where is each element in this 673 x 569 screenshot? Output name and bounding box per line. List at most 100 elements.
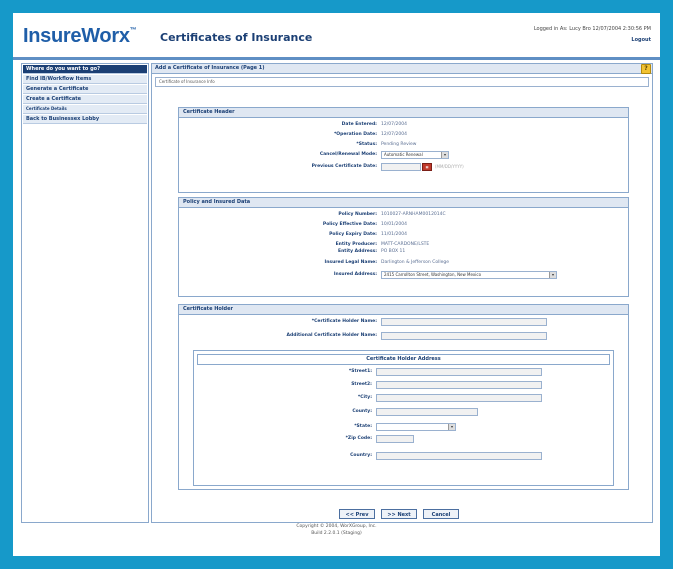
previous-cert-date-input[interactable] bbox=[381, 163, 421, 171]
section-title: Certificate Header bbox=[179, 108, 628, 118]
holder-name-input[interactable] bbox=[381, 318, 547, 326]
city-row: *City: bbox=[194, 394, 613, 402]
section-title: Policy and Insured Data bbox=[179, 198, 628, 208]
status-row: *Status: Pending Review bbox=[179, 141, 628, 149]
city-input[interactable] bbox=[376, 394, 542, 402]
additional-holder-label: Additional Certificate Holder Name: bbox=[286, 333, 377, 338]
street1-row: *Street1: bbox=[194, 368, 613, 376]
main-heading-text: Add a Certificate of Insurance (Page 1) bbox=[155, 65, 265, 71]
insured-address-label: Insured Address: bbox=[333, 272, 377, 277]
country-label: Country: bbox=[350, 453, 372, 458]
entity-address-value: PO BOX 11 bbox=[381, 249, 406, 254]
date-entered-label: Date Entered: bbox=[341, 122, 377, 127]
street2-label: Street2: bbox=[351, 382, 372, 387]
renewal-mode-value: Automatic Renewal bbox=[384, 152, 423, 157]
date-entered-row: Date Entered: 12/07/2004 bbox=[179, 121, 628, 129]
main-heading: Add a Certificate of Insurance (Page 1) … bbox=[152, 64, 652, 74]
sidebar-item-find-workflow[interactable]: Find IB/Workflow Items bbox=[23, 75, 147, 84]
street1-input[interactable] bbox=[376, 368, 542, 376]
policy-number-value: 1010027-ARNHAM0012014C bbox=[381, 212, 446, 217]
renewal-mode-label: Cancel/Renewal Mode: bbox=[319, 152, 377, 157]
operation-date-row: *Operation Date: 12/07/2004 bbox=[179, 131, 628, 139]
date-format-hint: (MM/DD/YYYY) bbox=[435, 164, 464, 169]
logo-tm: ™ bbox=[129, 27, 137, 34]
zip-row: *Zip Code: bbox=[194, 435, 613, 443]
state-label: *State: bbox=[354, 424, 372, 429]
sidebar-item-certificate-details[interactable]: Certificate Details bbox=[23, 105, 147, 114]
prev-button[interactable]: << Prev bbox=[339, 509, 375, 519]
policy-expiry-value: 11/01/2004 bbox=[381, 232, 407, 237]
date-entered-value: 12/07/2004 bbox=[381, 122, 407, 127]
policy-number-label: Policy Number: bbox=[338, 212, 377, 217]
header: InsureWorx™ Certificates of Insurance Lo… bbox=[13, 13, 660, 60]
policy-effective-label: Policy Effective Date: bbox=[322, 222, 377, 227]
holder-name-row: *Certificate Holder Name: bbox=[179, 318, 628, 326]
footer-copyright: Copyright © 2004, WorXGroup, Inc. bbox=[296, 524, 377, 529]
chevron-down-icon: ▾ bbox=[441, 152, 448, 158]
breadcrumb: Certificate of Insurance Info bbox=[155, 77, 649, 87]
sidebar-item-generate-certificate[interactable]: Generate a Certificate bbox=[23, 85, 147, 94]
certificate-header-section: Certificate Header Date Entered: 12/07/2… bbox=[178, 107, 629, 193]
entity-address-label: Entity Address: bbox=[338, 249, 377, 254]
status-label: *Status: bbox=[356, 142, 377, 147]
sidebar-item-create-certificate[interactable]: Create a Certificate bbox=[23, 95, 147, 104]
status-value: Pending Review bbox=[381, 142, 417, 147]
street2-input[interactable] bbox=[376, 381, 542, 389]
country-input[interactable] bbox=[376, 452, 542, 460]
zip-label: *Zip Code: bbox=[345, 436, 372, 441]
entity-address-row: Entity Address: PO BOX 11 bbox=[179, 248, 628, 256]
insured-address-select[interactable]: 2415 Carrollton Street, Washington, New … bbox=[381, 271, 557, 279]
policy-effective-row: Policy Effective Date: 10/01/2004 bbox=[179, 221, 628, 229]
operation-date-label: *Operation Date: bbox=[333, 132, 377, 137]
certificate-holder-section: Certificate Holder *Certificate Holder N… bbox=[178, 304, 629, 490]
logo-x: x bbox=[118, 25, 130, 47]
city-label: *City: bbox=[357, 395, 372, 400]
previous-cert-date-row: Previous Certificate Date: ▦ (MM/DD/YYYY… bbox=[179, 163, 628, 171]
insured-address-value: 2415 Carrollton Street, Washington, New … bbox=[384, 272, 482, 277]
main-panel: Add a Certificate of Insurance (Page 1) … bbox=[151, 63, 653, 523]
previous-cert-date-label: Previous Certificate Date: bbox=[311, 164, 377, 169]
county-label: County: bbox=[352, 409, 372, 414]
sidebar-item-back-lobby[interactable]: Back to Businessex Lobby bbox=[23, 115, 147, 124]
renewal-mode-row: Cancel/Renewal Mode: Automatic Renewal ▾ bbox=[179, 151, 628, 159]
insured-address-row: Insured Address: 2415 Carrollton Street,… bbox=[179, 271, 628, 279]
policy-expiry-row: Policy Expiry Date: 11/01/2004 bbox=[179, 231, 628, 239]
cancel-button[interactable]: Cancel bbox=[423, 509, 459, 519]
logo: InsureWorx™ bbox=[23, 25, 137, 48]
county-row: County: bbox=[194, 408, 613, 416]
help-icon[interactable]: ? bbox=[641, 64, 651, 74]
holder-address-box: Certificate Holder Address *Street1: Str… bbox=[193, 350, 614, 486]
country-row: Country: bbox=[194, 452, 613, 460]
sidebar: Where do you want to go? Find IB/Workflo… bbox=[21, 63, 149, 523]
user-info: Logged in As: Lucy Bro 12/07/2004 2:30:5… bbox=[533, 26, 651, 32]
additional-holder-input[interactable] bbox=[381, 332, 547, 340]
additional-holder-row: Additional Certificate Holder Name: bbox=[179, 332, 628, 340]
chevron-down-icon: ▾ bbox=[448, 424, 455, 430]
policy-number-row: Policy Number: 1010027-ARNHAM0012014C bbox=[179, 211, 628, 219]
header-divider bbox=[13, 57, 660, 60]
app-frame: InsureWorx™ Certificates of Insurance Lo… bbox=[13, 13, 660, 556]
policy-effective-value: 10/01/2004 bbox=[381, 222, 407, 227]
state-select[interactable]: ▾ bbox=[376, 423, 456, 431]
next-button[interactable]: >> Next bbox=[381, 509, 417, 519]
logo-text: InsureWor bbox=[23, 25, 119, 47]
renewal-mode-select[interactable]: Automatic Renewal ▾ bbox=[381, 151, 449, 159]
insured-name-value: Darlington & Jefferson College bbox=[381, 260, 450, 265]
holder-address-title: Certificate Holder Address bbox=[197, 354, 610, 365]
footer-version: Build 2.2.0.1 (Staging) bbox=[311, 531, 362, 536]
holder-name-label: *Certificate Holder Name: bbox=[311, 319, 377, 324]
street1-label: *Street1: bbox=[348, 369, 372, 374]
insured-name-row: Insured Legal Name: Darlington & Jeffers… bbox=[179, 259, 628, 267]
policy-expiry-label: Policy Expiry Date: bbox=[329, 232, 377, 237]
chevron-down-icon: ▾ bbox=[549, 272, 556, 278]
logout-link[interactable]: Logout bbox=[631, 37, 651, 43]
policy-section: Policy and Insured Data Policy Number: 1… bbox=[178, 197, 629, 297]
calendar-icon[interactable]: ▦ bbox=[422, 163, 432, 171]
county-input[interactable] bbox=[376, 408, 478, 416]
operation-date-value: 12/07/2004 bbox=[381, 132, 407, 137]
state-row: *State: ▾ bbox=[194, 423, 613, 431]
sidebar-heading: Where do you want to go? bbox=[23, 65, 147, 74]
zip-input[interactable] bbox=[376, 435, 414, 443]
section-title: Certificate Holder bbox=[179, 305, 628, 315]
app-title: Certificates of Insurance bbox=[160, 31, 313, 44]
